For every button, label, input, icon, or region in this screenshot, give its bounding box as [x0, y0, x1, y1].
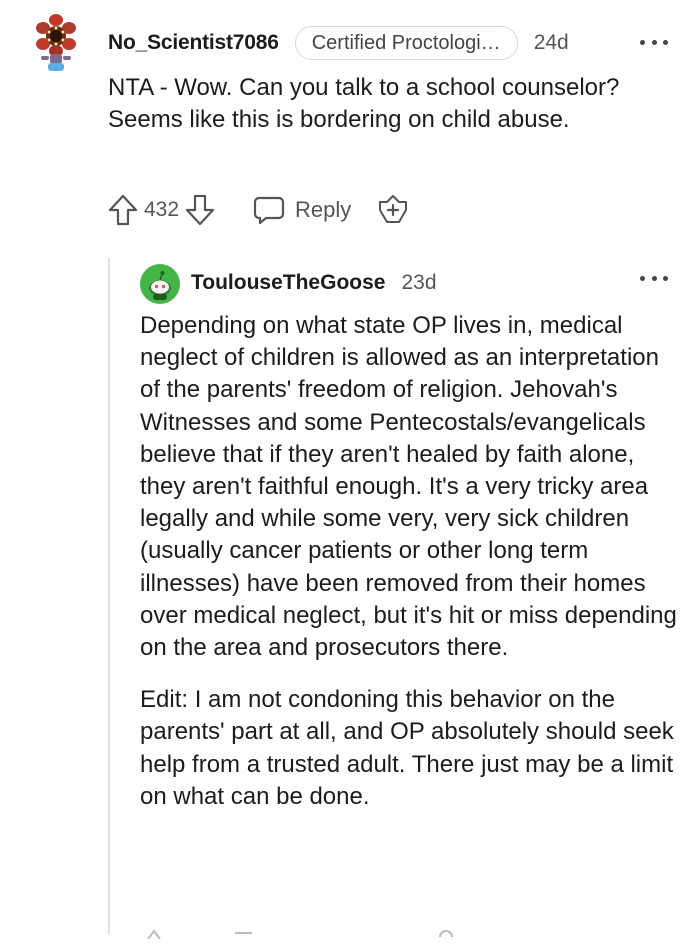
reply-button[interactable]: Reply [253, 195, 351, 225]
downvote-icon[interactable] [185, 194, 215, 226]
vote-count: 432 [144, 198, 180, 221]
comment: No_Scientist7086 Certified Proctologi… 2… [0, 0, 700, 245]
user-flair: Certified Proctologi… [294, 26, 518, 60]
reply-body: Depending on what state OP lives in, med… [140, 310, 685, 813]
reply-label: Reply [295, 197, 352, 222]
more-options-icon[interactable] [640, 34, 668, 50]
reply-actions-cutoff [140, 926, 540, 940]
reply-author[interactable]: ToulouseTheGoose [191, 271, 385, 295]
reply-paragraph: Depending on what state OP lives in, med… [140, 312, 677, 662]
snoo-avatar-icon[interactable] [140, 264, 180, 304]
reply-timestamp: 23d [401, 271, 437, 294]
reply-paragraph: Edit: I am not condoning this behavior o… [140, 686, 674, 810]
thread-line[interactable] [108, 258, 110, 935]
comment-actions: 432 Reply [108, 190, 409, 230]
comment-author[interactable]: No_Scientist7086 [108, 31, 279, 55]
reply-meta: ToulouseTheGoose 23d [191, 266, 437, 300]
comment-body: NTA - Wow. Can you talk to a school coun… [108, 74, 620, 133]
chat-bubble-icon [253, 196, 285, 225]
more-options-icon[interactable] [640, 270, 668, 286]
comment-timestamp: 24d [533, 31, 569, 54]
demogorgon-avatar-icon[interactable] [36, 14, 76, 72]
award-icon[interactable] [377, 194, 409, 226]
comment-meta: No_Scientist7086 Certified Proctologi… 2… [108, 25, 569, 61]
upvote-icon[interactable] [108, 194, 138, 226]
